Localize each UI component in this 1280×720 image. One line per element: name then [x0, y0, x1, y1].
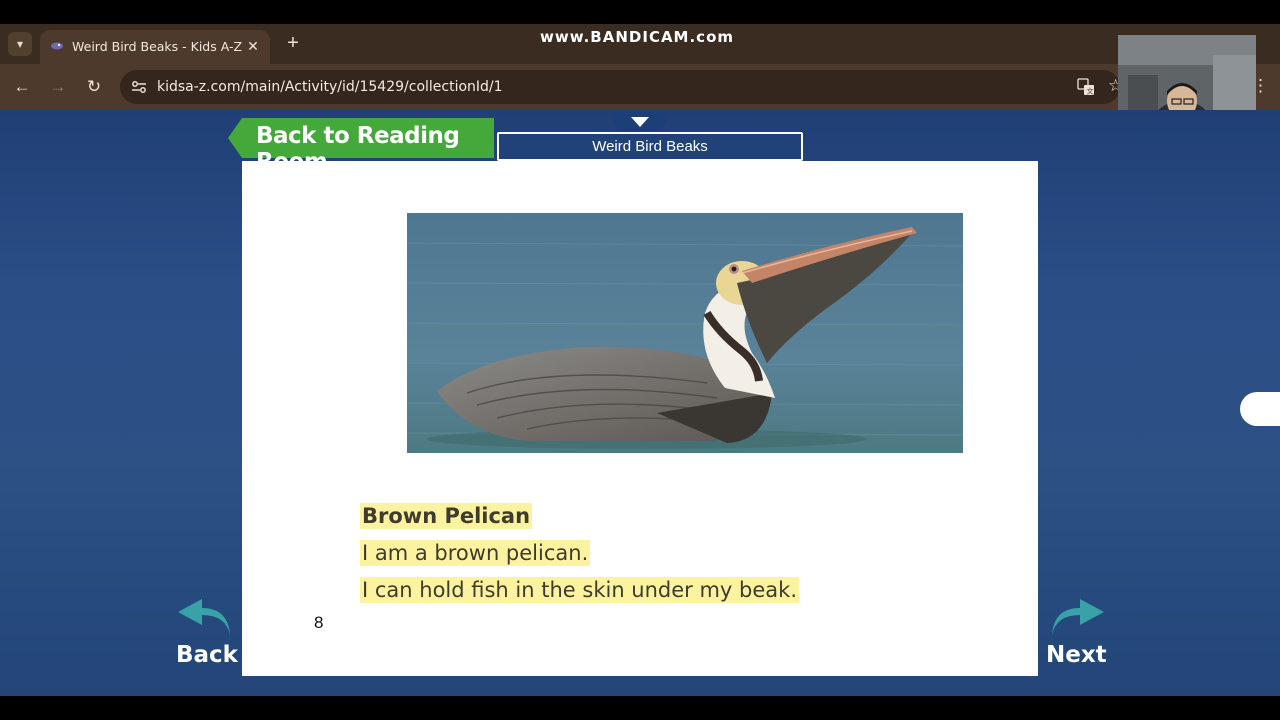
- back-button[interactable]: Back: [176, 597, 238, 673]
- svg-text:文: 文: [1087, 87, 1094, 96]
- recording-watermark: www.BANDICAM.com: [540, 28, 735, 46]
- back-room-body: Back to Reading Room: [242, 118, 494, 175]
- book-title-bar: Weird Bird Beaks: [497, 132, 803, 161]
- back-to-reading-room-button[interactable]: Back to Reading Room: [228, 118, 496, 175]
- site-info-icon[interactable]: [130, 78, 148, 96]
- url-text: kidsa-z.com/main/Activity/id/15429/colle…: [157, 79, 503, 95]
- back-label: Back: [176, 642, 238, 668]
- next-button[interactable]: Next: [1046, 597, 1107, 673]
- letterbox-top: [0, 0, 1280, 24]
- chevron-down-icon[interactable]: [631, 117, 649, 127]
- back-arrow-icon[interactable]: ←: [11, 76, 33, 98]
- close-tab-icon[interactable]: ✕: [244, 37, 262, 55]
- text-line-1: I am a brown pelican.: [360, 540, 591, 566]
- browser-tab[interactable]: Weird Bird Beaks - Kids A-Z ✕: [40, 30, 270, 64]
- side-panel-handle[interactable]: [1240, 392, 1280, 426]
- letterbox-bottom: [0, 696, 1280, 720]
- next-label: Next: [1046, 642, 1107, 668]
- browser-toolbar: ← → ↻ kidsa-z.com/main/Activity/id/15429…: [0, 64, 1280, 110]
- back-room-arrow-shape: [228, 118, 242, 158]
- tab-title: Weird Bird Beaks - Kids A-Z: [72, 39, 243, 54]
- page-number: 8: [314, 613, 324, 632]
- translate-icon[interactable]: 文: [1077, 78, 1095, 96]
- tab-search-icon[interactable]: ▾: [8, 32, 32, 56]
- pelican-photo: [407, 213, 963, 453]
- back-arrow-curved-icon: [178, 599, 230, 635]
- forward-arrow-icon[interactable]: →: [47, 76, 69, 98]
- page-heading: Brown Pelican: [360, 503, 533, 529]
- browser-tab-strip: ▾ Weird Bird Beaks - Kids A-Z ✕ + www.BA…: [0, 24, 1280, 64]
- new-tab-button[interactable]: +: [282, 32, 304, 54]
- address-bar[interactable]: kidsa-z.com/main/Activity/id/15429/colle…: [120, 70, 1120, 104]
- next-arrow-curved-icon: [1052, 599, 1104, 635]
- favicon-icon: [51, 42, 63, 50]
- book-title: Weird Bird Beaks: [592, 138, 708, 155]
- reload-icon[interactable]: ↻: [83, 76, 105, 98]
- text-line-2: I can hold fish in the skin under my bea…: [360, 577, 799, 603]
